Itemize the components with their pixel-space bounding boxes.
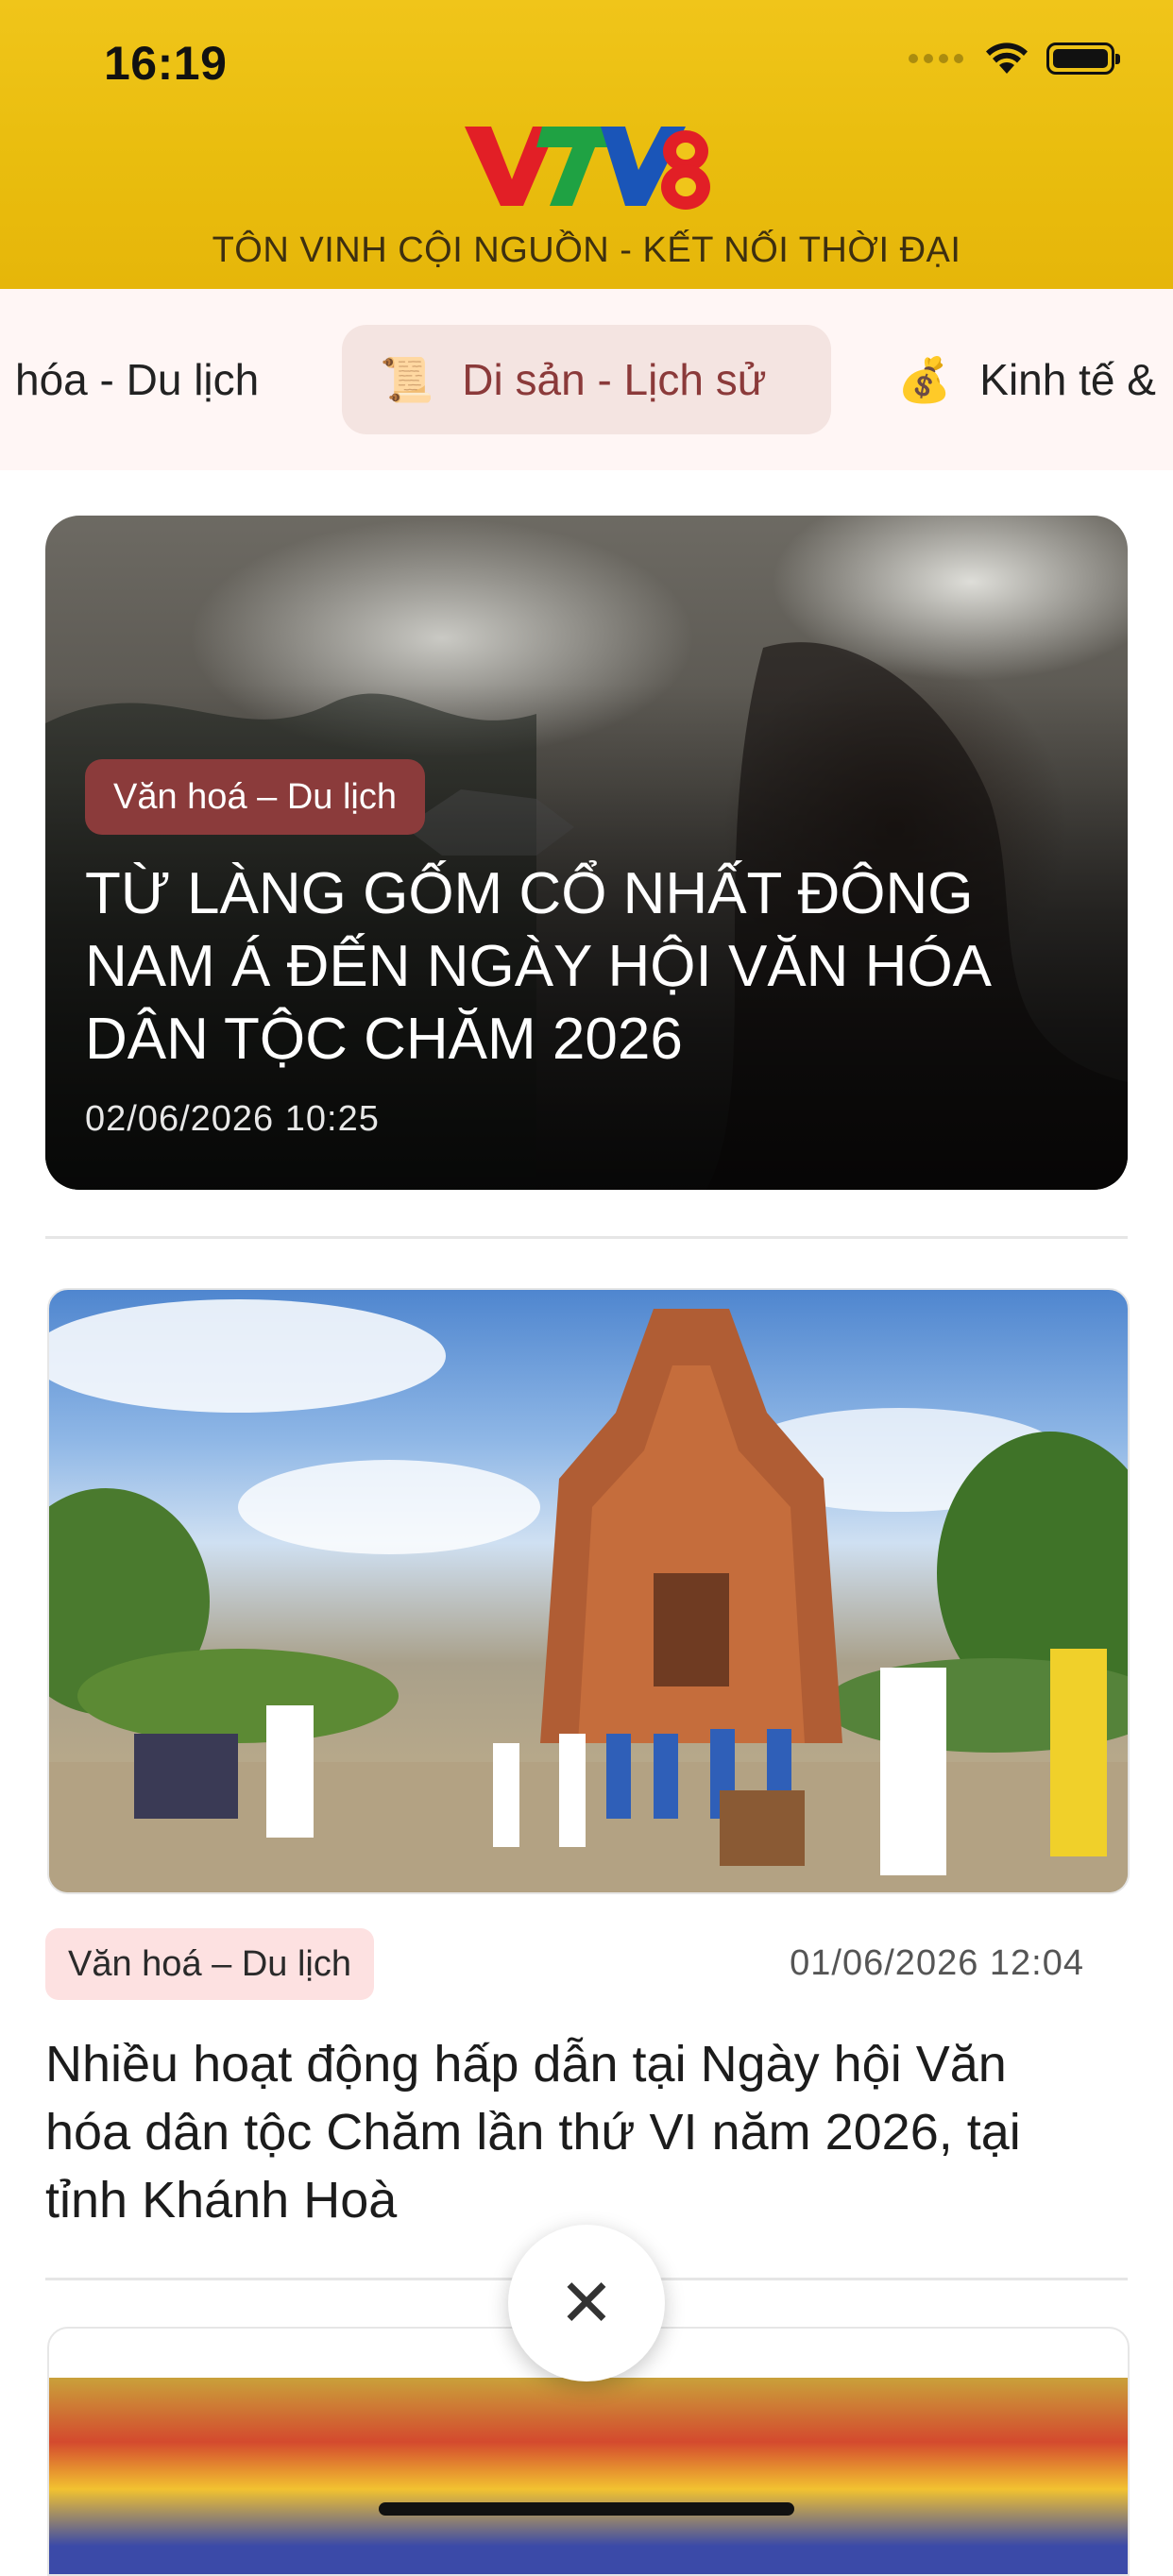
category-tabs: hóa - Du lịch 📜 Di sản - Lịch sử 💰 Kinh … bbox=[0, 289, 1173, 470]
featured-article-date: 02/06/2026 10:25 bbox=[85, 1099, 380, 1139]
vtv8-logo bbox=[465, 127, 710, 210]
tab-economy[interactable]: 💰 Kinh tế & bbox=[897, 325, 1156, 434]
close-icon: ✕ bbox=[558, 2266, 615, 2340]
category-badge: Văn hoá – Du lịch bbox=[45, 1928, 374, 2000]
money-bag-icon: 💰 bbox=[897, 354, 952, 404]
featured-article-title: TỪ LÀNG GỐM CỔ NHẤT ĐÔNG NAM Á ĐẾN NGÀY … bbox=[85, 861, 989, 1072]
tab-heritage-history[interactable]: 📜 Di sản - Lịch sử bbox=[342, 325, 831, 434]
article-title[interactable]: Nhiều hoạt động hấp dẫn tại Ngày hội Văn… bbox=[45, 2030, 1103, 2234]
tab-label: Kinh tế & bbox=[979, 355, 1156, 404]
scroll-icon: 📜 bbox=[380, 354, 434, 404]
status-time: 16:19 bbox=[104, 37, 228, 90]
tab-culture-travel[interactable]: hóa - Du lịch bbox=[15, 325, 259, 434]
featured-article-card[interactable]: Văn hoá – Du lịch TỪ LÀNG GỐM CỔ NHẤT ĐÔ… bbox=[45, 516, 1128, 1190]
signal-icon bbox=[909, 54, 963, 63]
tab-label: Di sản - Lịch sử bbox=[462, 355, 767, 404]
status-icons bbox=[909, 42, 1120, 76]
image-overlay bbox=[45, 516, 1128, 1190]
close-button[interactable]: ✕ bbox=[508, 2225, 665, 2381]
battery-icon bbox=[1046, 42, 1120, 75]
tab-label: hóa - Du lịch bbox=[15, 355, 260, 404]
wifi-icon bbox=[986, 42, 1028, 74]
article-date: 01/06/2026 12:04 bbox=[790, 1943, 1084, 1983]
category-badge: Văn hoá – Du lịch bbox=[85, 759, 425, 835]
app-header: 16:19 TÔN VINH CỘI NGUỒN - KẾT NỐI THỜI … bbox=[0, 0, 1173, 289]
divider bbox=[45, 1236, 1128, 1239]
header-tagline: TÔN VINH CỘI NGUỒN - KẾT NỐI THỜI ĐẠI bbox=[212, 230, 961, 270]
home-indicator bbox=[379, 2502, 794, 2516]
article-image[interactable] bbox=[47, 1288, 1130, 1894]
